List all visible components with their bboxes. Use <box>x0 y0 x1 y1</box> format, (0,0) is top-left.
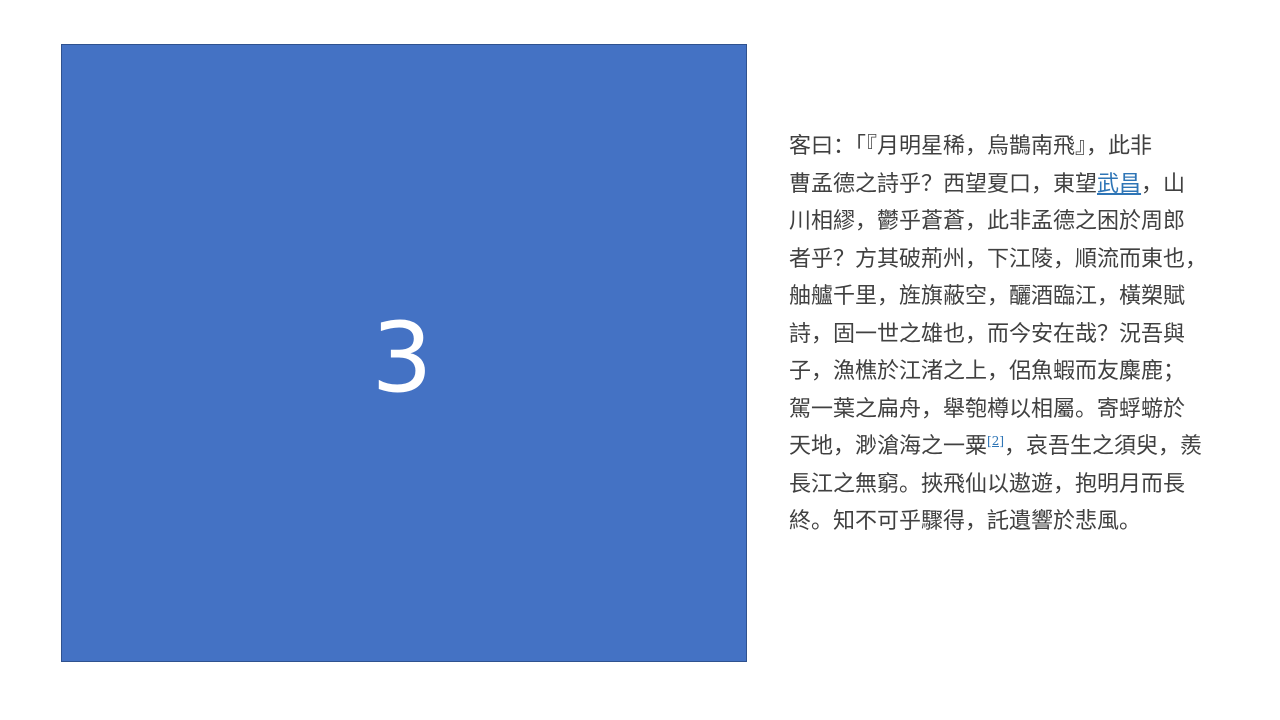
passage-line: 川相繆，鬱乎蒼蒼，此非孟德之困於周郎 <box>789 203 1241 241</box>
number-placeholder-box: 3 <box>61 44 747 662</box>
passage-line: 客曰：「『月明星稀，烏鵲南飛』，此非 <box>789 128 1241 166</box>
passage-text-run: 客曰：「『月明星稀，烏鵲南飛』，此非 <box>789 134 1153 159</box>
slide-number: 3 <box>371 302 433 414</box>
passage-text-run: ，山 <box>1141 171 1186 197</box>
passage-line: 天地，渺滄海之一粟[2]，哀吾生之須臾，羨 <box>789 428 1241 466</box>
passage-text-run: ，哀吾生之須臾，羨 <box>1004 434 1203 459</box>
passage-line: 曹孟德之詩乎？西望夏口，東望武昌，山 <box>789 166 1241 204</box>
passage-text-run: 詩，固一世之雄也，而今安在哉？況吾與 <box>789 321 1186 347</box>
passage-text-run: 長江之無窮。挾飛仙以遨遊，抱明月而長 <box>789 471 1186 497</box>
passage-line: 長江之無窮。挾飛仙以遨遊，抱明月而長 <box>789 466 1241 504</box>
passage-text-run: 子，漁樵於江渚之上，侶魚蝦而友麋鹿； <box>789 359 1186 384</box>
passage-line: 終。知不可乎驟得，託遺響於悲風。 <box>789 503 1241 541</box>
passage-line: 舳艫千里，旌旗蔽空，釃酒臨江，橫槊賦 <box>789 278 1241 316</box>
footnote-ref-link[interactable]: [2] <box>987 434 1004 448</box>
passage-line: 駕一葉之扁舟，舉匏樽以相屬。寄蜉蝣於 <box>789 391 1241 429</box>
passage-text-run: 川相繆，鬱乎蒼蒼，此非孟德之困於周郎 <box>789 209 1186 234</box>
wuchang-link[interactable]: 武昌 <box>1097 172 1141 197</box>
passage-text-run: 終。知不可乎驟得，託遺響於悲風。 <box>789 509 1142 534</box>
slide: 3 客曰：「『月明星稀，烏鵲南飛』，此非 曹孟德之詩乎？西望夏口，東望武昌，山 … <box>0 0 1280 720</box>
passage-text-run: 駕一葉之扁舟，舉匏樽以相屬。寄蜉蝣於 <box>789 396 1186 422</box>
passage-text-run: 天地，渺滄海之一粟 <box>789 434 988 459</box>
passage-text: 客曰：「『月明星稀，烏鵲南飛』，此非 曹孟德之詩乎？西望夏口，東望武昌，山 川相… <box>789 128 1241 541</box>
passage-text-run: 者乎？方其破荊州，下江陵，順流而東也， <box>789 246 1208 272</box>
passage-line: 詩，固一世之雄也，而今安在哉？況吾與 <box>789 316 1241 354</box>
passage-line: 者乎？方其破荊州，下江陵，順流而東也， <box>789 241 1241 279</box>
passage-text-run: 曹孟德之詩乎？西望夏口，東望 <box>789 171 1098 197</box>
passage-line: 子，漁樵於江渚之上，侶魚蝦而友麋鹿； <box>789 353 1241 391</box>
passage-text-run: 舳艫千里，旌旗蔽空，釃酒臨江，橫槊賦 <box>789 284 1186 309</box>
